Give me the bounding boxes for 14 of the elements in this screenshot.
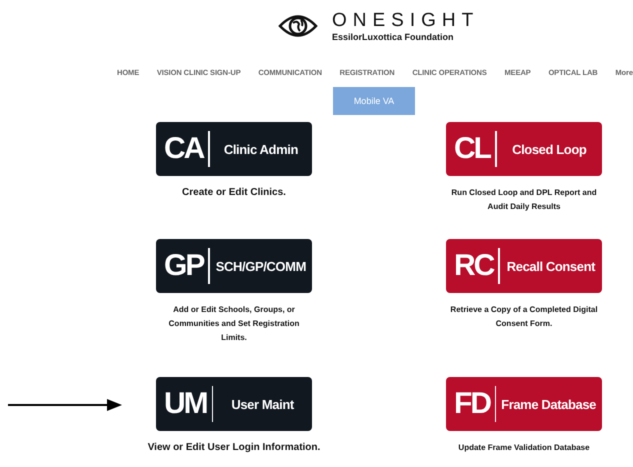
module-description: View or Edit User Login Information. xyxy=(146,441,322,455)
module-description: Retrieve a Copy of a Completed Digital Consent Form. xyxy=(449,304,599,330)
module-description: Add or Edit Schools, Groups, or Communities and Set Registration Limits. xyxy=(168,304,300,344)
module-button[interactable]: RC Recall Consent xyxy=(446,239,602,293)
module-button[interactable]: FD Frame Database xyxy=(446,377,602,431)
module-button[interactable]: CA Clinic Admin xyxy=(156,122,312,176)
brand-name: ONESIGHT xyxy=(332,10,480,32)
module-description: Run Closed Loop and DPL Report and Audit Daily Results xyxy=(450,187,598,213)
module-button[interactable]: GP SCH/GP/COMM xyxy=(156,239,312,293)
module-button[interactable]: UM User Maint xyxy=(156,377,312,431)
module-description: Create or Edit Clinics. xyxy=(181,186,287,200)
brand-tagline: EssilorLuxottica Foundation xyxy=(332,32,455,42)
module-description: Update Frame Validation Database xyxy=(457,442,591,454)
module-button[interactable]: CL Closed Loop xyxy=(446,122,602,176)
